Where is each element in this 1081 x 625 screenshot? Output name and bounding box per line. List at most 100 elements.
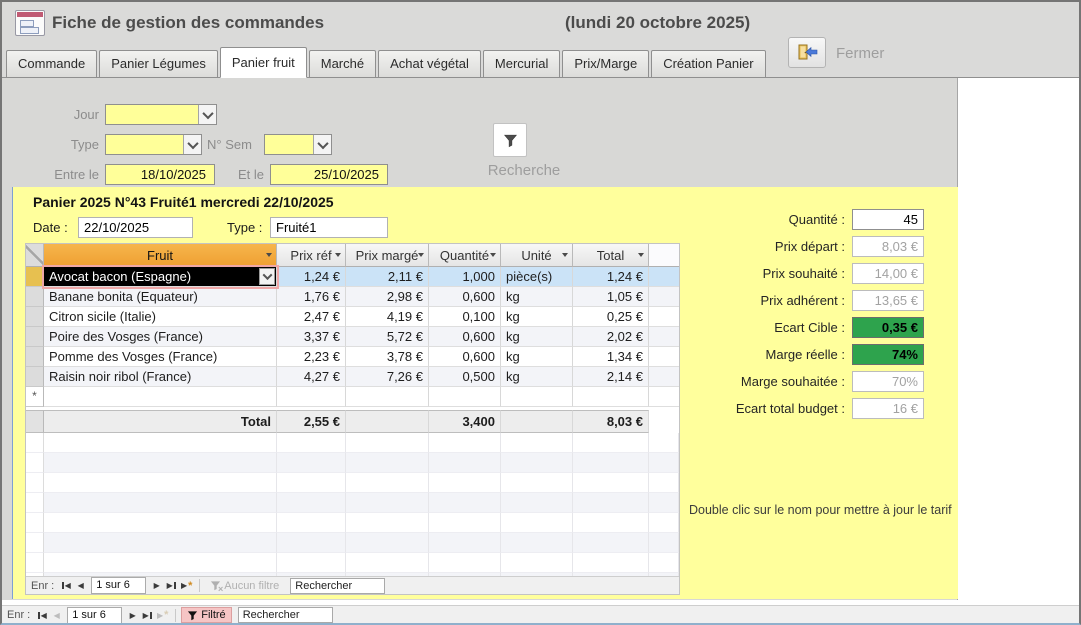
nav-last-record-button[interactable]: ▶ (164, 579, 179, 593)
nav-last-record-button[interactable]: ▶ (140, 608, 155, 622)
cell-prix-marge[interactable]: 4,19 € (346, 307, 429, 327)
num-sem-input[interactable] (265, 135, 313, 154)
cell-quantite[interactable]: 0,500 (429, 367, 501, 387)
tab-achat-v-g-tal[interactable]: Achat végétal (378, 50, 481, 78)
cell-empty[interactable] (429, 387, 501, 407)
dropdown-arrow-icon[interactable] (313, 135, 331, 154)
nav-first-record-button[interactable]: ◀ (34, 608, 49, 622)
cell-prix-ref[interactable]: 2,47 € (277, 307, 346, 327)
dropdown-arrow-icon[interactable] (418, 253, 424, 260)
dropdown-arrow-icon[interactable] (562, 253, 568, 260)
column-header-prix-ref[interactable]: Prix réf (277, 244, 346, 267)
column-header-fruit[interactable]: Fruit (44, 244, 277, 267)
num-sem-combobox[interactable] (264, 134, 332, 155)
cell-fruit[interactable]: Citron sicile (Italie) (44, 307, 277, 327)
cell-prix-marge[interactable]: 7,26 € (346, 367, 429, 387)
cell-quantite[interactable]: 0,600 (429, 327, 501, 347)
cell-blank (649, 473, 679, 493)
cell-fruit[interactable]: Poire des Vosges (France) (44, 327, 277, 347)
dropdown-arrow-icon[interactable] (335, 253, 341, 260)
new-record-asterisk-icon[interactable]: * (26, 387, 44, 407)
column-header-quantite[interactable]: Quantité (429, 244, 501, 267)
search-filter-button[interactable] (493, 123, 527, 157)
cell-unite[interactable]: kg (501, 367, 573, 387)
row-selector[interactable] (26, 327, 44, 347)
cell-quantite[interactable]: 0,600 (429, 347, 501, 367)
filter-status-none[interactable]: ×Aucun filtre (205, 578, 284, 594)
summary-row: Quantité :45 (625, 209, 924, 230)
column-header-prix-marge[interactable]: Prix margé (346, 244, 429, 267)
row-selector[interactable] (26, 347, 44, 367)
cell-empty (429, 493, 501, 513)
cell-prix-ref[interactable]: 2,23 € (277, 347, 346, 367)
summary-label-prix-souhaite: Prix souhaité : (625, 266, 852, 281)
select-all-corner[interactable] (26, 244, 44, 267)
cell-prix-marge[interactable]: 2,98 € (346, 287, 429, 307)
nav-first-record-button[interactable]: ◀ (58, 579, 73, 593)
cell-prix-marge[interactable]: 3,78 € (346, 347, 429, 367)
cell-empty[interactable] (44, 387, 277, 407)
dropdown-arrow-icon[interactable] (266, 253, 272, 260)
cell-prix-ref[interactable]: 1,76 € (277, 287, 346, 307)
dropdown-arrow-icon[interactable] (259, 268, 275, 285)
tab-cr-ation-panier[interactable]: Création Panier (651, 50, 765, 78)
type-input[interactable] (106, 135, 183, 154)
cell-empty (429, 533, 501, 553)
nav-new-record-button[interactable]: ▶* (179, 579, 194, 593)
tab-commande[interactable]: Commande (6, 50, 97, 78)
cell-unite[interactable]: pièce(s) (501, 267, 573, 287)
cell-prix-ref[interactable]: 3,37 € (277, 327, 346, 347)
close-form-button[interactable] (788, 37, 826, 68)
filter-status-filtered[interactable]: Filtré (181, 607, 231, 623)
tab-march-[interactable]: Marché (309, 50, 376, 78)
row-selector[interactable] (26, 367, 44, 387)
tab-prix-marge[interactable]: Prix/Marge (562, 50, 649, 78)
summary-value-marge-reelle: 74% (852, 344, 924, 365)
cell-unite[interactable]: kg (501, 287, 573, 307)
row-selector[interactable] (26, 307, 44, 327)
record-position-box[interactable]: 1 sur 6 (91, 577, 146, 594)
cell-unite[interactable]: kg (501, 347, 573, 367)
panier-date-field[interactable] (78, 217, 193, 238)
record-search-input[interactable] (238, 607, 333, 623)
summary-value-ecart-cible: 0,35 € (852, 317, 924, 338)
record-search-input[interactable] (290, 578, 385, 594)
dropdown-arrow-icon[interactable] (198, 105, 216, 124)
cell-quantite[interactable]: 0,100 (429, 307, 501, 327)
cell-fruit[interactable]: Banane bonita (Equateur) (44, 287, 277, 307)
cell-fruit[interactable]: Avocat bacon (Espagne) (44, 267, 277, 287)
cell-fruit[interactable]: Raisin noir ribol (France) (44, 367, 277, 387)
cell-prix-marge[interactable]: 5,72 € (346, 327, 429, 347)
date-to-field[interactable] (270, 164, 388, 185)
cell-quantite[interactable]: 0,600 (429, 287, 501, 307)
cell-prix-marge[interactable]: 2,11 € (346, 267, 429, 287)
jour-input[interactable] (106, 105, 198, 124)
cell-unite[interactable]: kg (501, 327, 573, 347)
dropdown-arrow-icon[interactable] (490, 253, 496, 260)
column-header-unite[interactable]: Unité (501, 244, 573, 267)
cell-quantite[interactable]: 1,000 (429, 267, 501, 287)
tab-panier-l-gumes[interactable]: Panier Légumes (99, 50, 218, 78)
jour-combobox[interactable] (105, 104, 217, 125)
type-combobox[interactable] (105, 134, 202, 155)
cell-empty[interactable] (501, 387, 573, 407)
record-position-box[interactable]: 1 sur 6 (67, 607, 122, 624)
date-from-field[interactable] (105, 164, 215, 185)
cell-empty[interactable] (346, 387, 429, 407)
row-selector[interactable] (26, 287, 44, 307)
nav-next-record-button[interactable]: ▶ (125, 608, 140, 622)
cell-unite[interactable]: kg (501, 307, 573, 327)
nav-previous-record-button[interactable]: ◀ (73, 579, 88, 593)
panier-type-field[interactable] (270, 217, 388, 238)
dropdown-arrow-icon[interactable] (183, 135, 201, 154)
cell-prix-ref[interactable]: 1,24 € (277, 267, 346, 287)
cell-blank (649, 513, 679, 533)
cell-prix-ref[interactable]: 4,27 € (277, 367, 346, 387)
cell-fruit[interactable]: Pomme des Vosges (France) (44, 347, 277, 367)
cell-empty[interactable] (277, 387, 346, 407)
tab-panier-fruit[interactable]: Panier fruit (220, 47, 307, 78)
tab-mercurial[interactable]: Mercurial (483, 50, 560, 78)
summary-value-quantite[interactable]: 45 (852, 209, 924, 230)
nav-next-record-button[interactable]: ▶ (149, 579, 164, 593)
row-selector[interactable] (26, 267, 44, 287)
